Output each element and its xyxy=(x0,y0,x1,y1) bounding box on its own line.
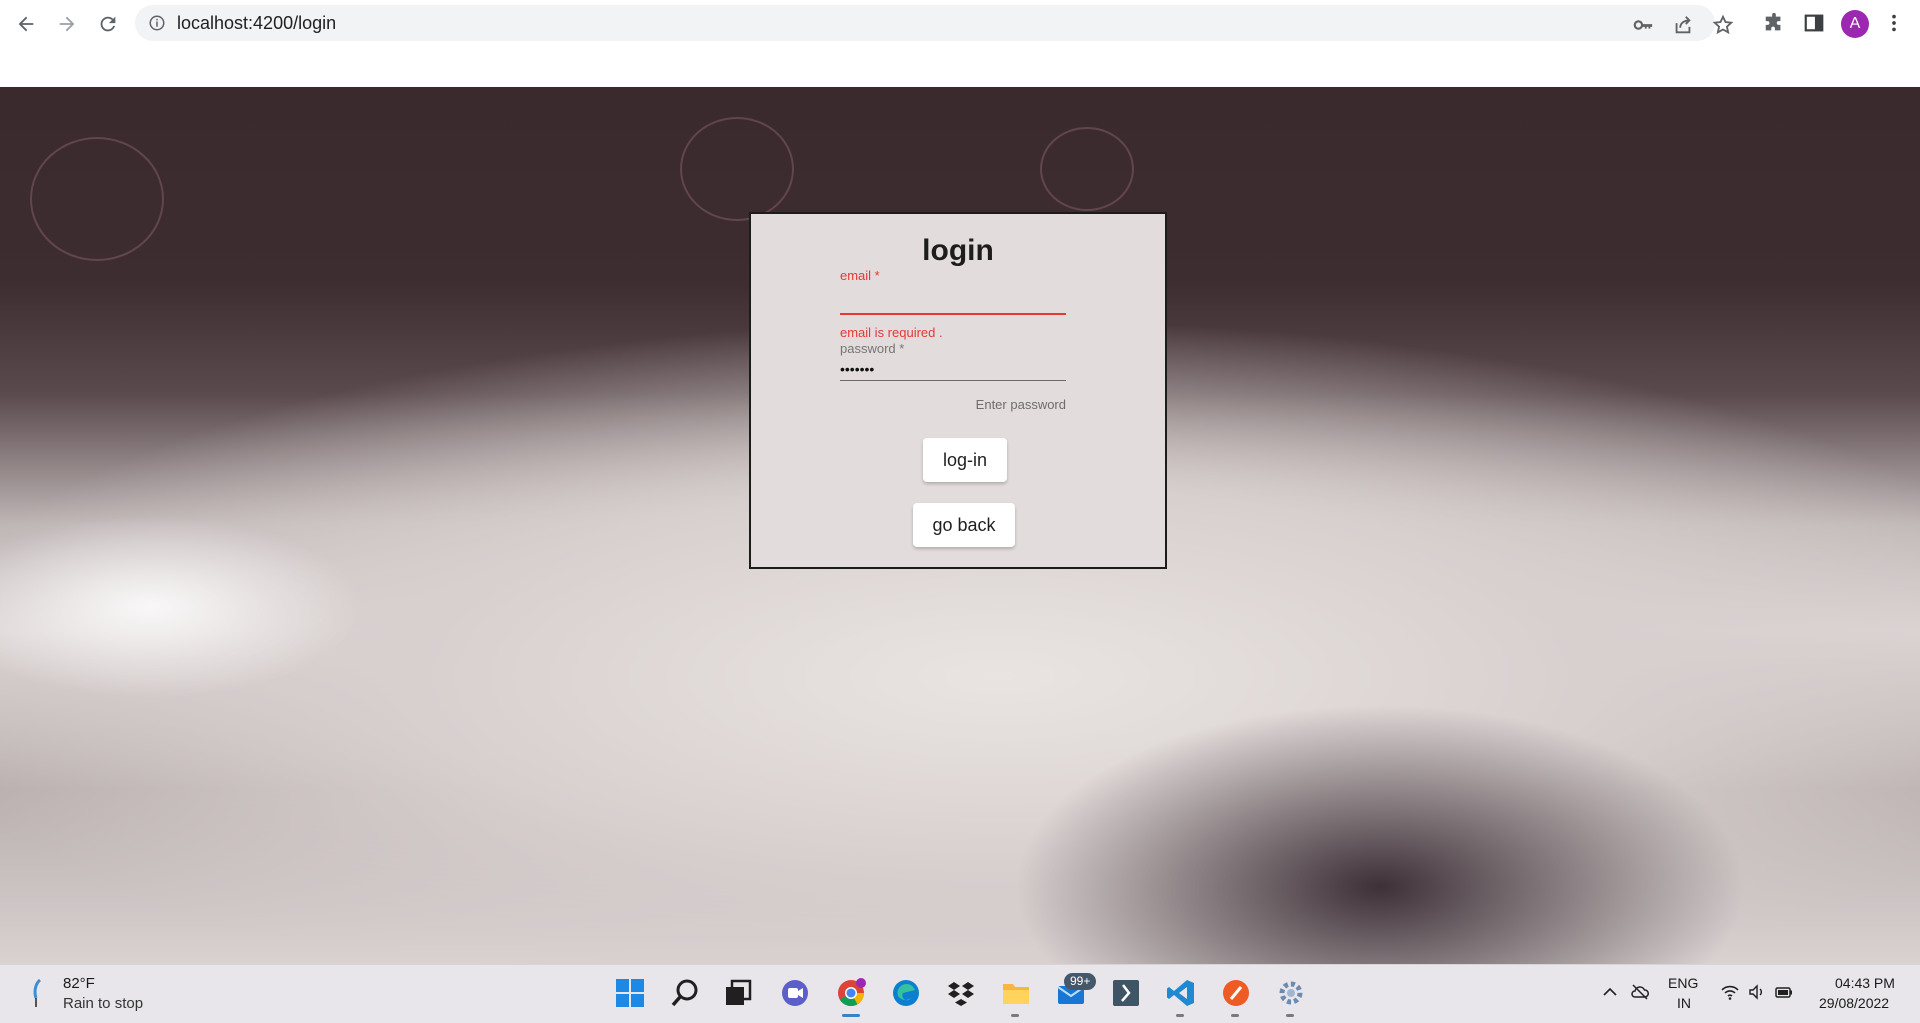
password-underline xyxy=(840,380,1066,381)
weather-temperature: 82°F xyxy=(63,975,95,992)
teams-icon xyxy=(782,980,808,1006)
key-icon[interactable] xyxy=(1632,14,1654,36)
browser-toolbar: localhost:4200/login A xyxy=(0,0,1920,46)
reload-button[interactable] xyxy=(94,10,122,38)
file-explorer-indicator xyxy=(1011,1014,1019,1017)
background-bokeh xyxy=(1040,127,1134,211)
login-button[interactable]: log-in xyxy=(923,438,1007,482)
password-input[interactable] xyxy=(840,358,1066,380)
language-indicator[interactable]: ENG xyxy=(1668,975,1698,991)
email-label: email * xyxy=(840,268,880,283)
edge-icon xyxy=(893,980,919,1006)
forward-icon xyxy=(59,16,75,32)
forward-button[interactable] xyxy=(53,10,81,38)
page-title: login xyxy=(922,234,994,267)
file-explorer-icon xyxy=(1003,984,1029,1004)
chrome-active-indicator xyxy=(842,1014,860,1017)
vscode-app[interactable] xyxy=(1165,977,1197,1009)
background-bokeh xyxy=(30,137,164,261)
login-card: login email * email is required . passwo… xyxy=(749,212,1167,569)
go-back-button[interactable]: go back xyxy=(913,503,1015,547)
language-region: IN xyxy=(1677,995,1691,1011)
star-icon[interactable] xyxy=(1712,14,1734,36)
edge-app[interactable] xyxy=(890,977,922,1009)
start-button[interactable] xyxy=(614,977,646,1009)
settings-icon xyxy=(1279,981,1303,1005)
chrome-app[interactable] xyxy=(835,977,867,1009)
powershell-app[interactable] xyxy=(1110,977,1142,1009)
url-text[interactable]: localhost:4200/login xyxy=(177,13,336,33)
cloud-off-icon[interactable] xyxy=(1630,982,1650,1002)
clock-date[interactable]: 29/08/2022 xyxy=(1819,995,1889,1011)
kebab-menu-icon[interactable] xyxy=(1883,12,1905,34)
settings-indicator xyxy=(1286,1014,1294,1017)
vscode-indicator xyxy=(1176,1014,1184,1017)
share-icon[interactable] xyxy=(1672,14,1694,36)
powershell-icon xyxy=(1113,980,1139,1006)
site-info-icon[interactable] xyxy=(148,14,166,32)
email-underline xyxy=(840,313,1066,315)
email-field[interactable]: email * xyxy=(840,269,1066,315)
umbrella-icon xyxy=(33,978,42,1007)
task-view-icon xyxy=(726,979,752,1005)
taskbar-search-button[interactable] xyxy=(669,977,701,1009)
back-button[interactable] xyxy=(12,10,40,38)
weather-description: Rain to stop xyxy=(63,995,144,1012)
file-explorer-app[interactable] xyxy=(1000,977,1032,1009)
app-header-strip xyxy=(0,46,1920,87)
side-panel-icon[interactable] xyxy=(1803,12,1825,34)
teams-app[interactable] xyxy=(779,977,811,1009)
background-bokeh xyxy=(680,117,794,221)
postman-indicator xyxy=(1231,1014,1239,1017)
start-icon xyxy=(616,979,644,1007)
postman-icon xyxy=(1223,980,1249,1006)
settings-app[interactable] xyxy=(1275,977,1307,1009)
extensions-icon[interactable] xyxy=(1763,12,1785,34)
profile-avatar[interactable]: A xyxy=(1841,10,1869,38)
password-label: password * xyxy=(840,341,905,356)
dropbox-icon xyxy=(948,982,974,1006)
dropbox-app[interactable] xyxy=(945,977,977,1009)
mail-badge: 99+ xyxy=(1064,973,1097,990)
password-hint: Enter password xyxy=(975,397,1066,412)
vscode-icon xyxy=(1167,980,1194,1006)
back-icon xyxy=(18,16,34,32)
taskbar: 82°F Rain to stop 99+ ENG IN 04:43 PM 29… xyxy=(0,964,1920,1023)
chevron-up-icon[interactable] xyxy=(1600,982,1620,1002)
wifi-icon[interactable] xyxy=(1720,982,1740,1002)
address-bar[interactable]: localhost:4200/login xyxy=(135,5,1734,41)
clock-time[interactable]: 04:43 PM xyxy=(1835,975,1895,991)
reload-icon xyxy=(100,16,116,32)
email-error-message: email is required . xyxy=(840,325,943,340)
email-input[interactable] xyxy=(840,291,1066,313)
task-view-button[interactable] xyxy=(722,977,754,1009)
search-icon xyxy=(671,979,698,1007)
volume-icon[interactable] xyxy=(1747,982,1767,1002)
chrome-icon xyxy=(838,978,866,1007)
password-field[interactable]: password * xyxy=(840,342,1066,381)
postman-app[interactable] xyxy=(1220,977,1252,1009)
battery-icon[interactable] xyxy=(1774,982,1794,1002)
